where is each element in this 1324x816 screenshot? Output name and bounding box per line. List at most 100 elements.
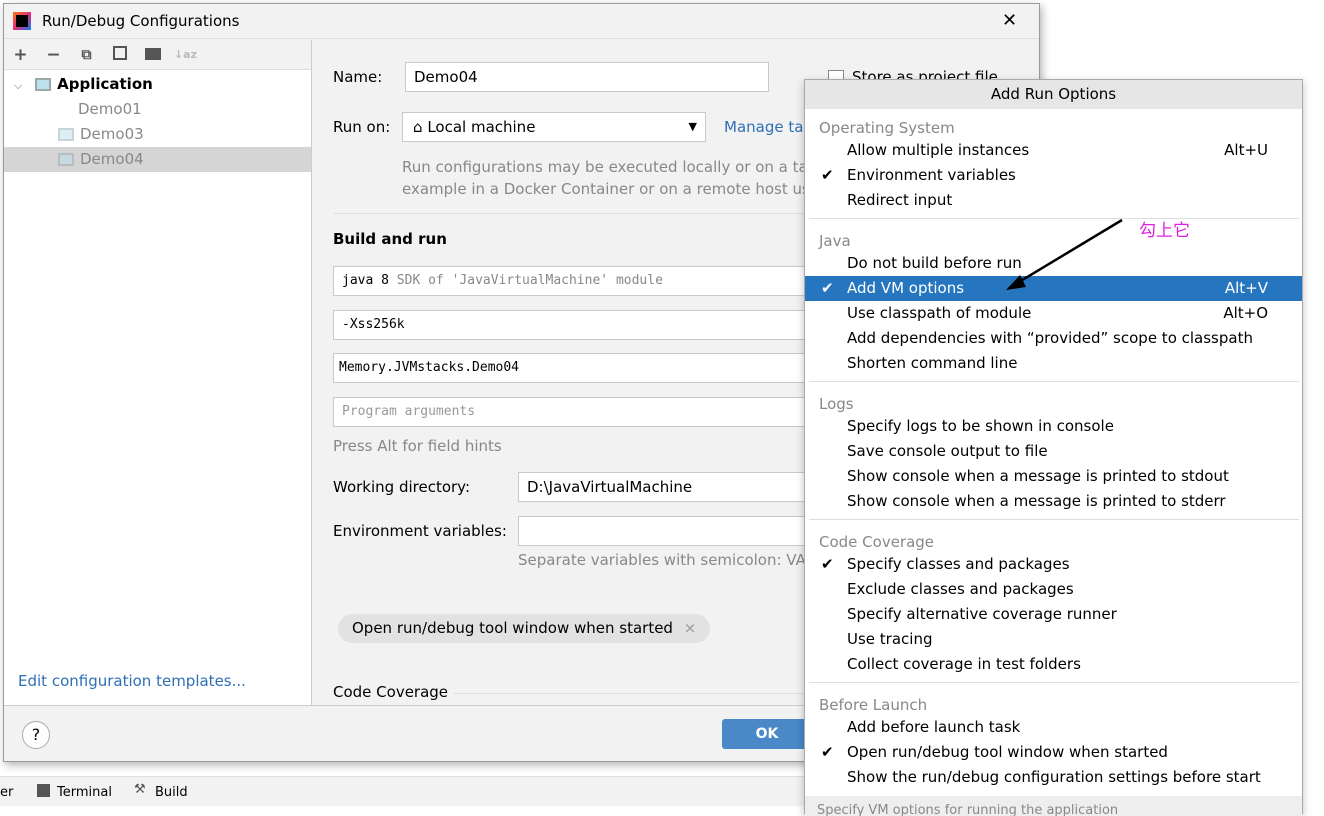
application-icon <box>58 153 74 166</box>
application-icon <box>58 128 74 141</box>
edit-templates-link[interactable]: Edit configuration templates... <box>18 672 246 690</box>
build-tab[interactable]: Build <box>155 785 188 800</box>
menu-item[interactable]: Allow multiple instances Alt+U <box>805 138 1302 163</box>
menu-item-label: Use classpath of module <box>847 304 1032 322</box>
run-on-value: Local machine <box>427 118 536 136</box>
close-button[interactable]: ✕ <box>1002 10 1017 31</box>
intellij-logo-icon <box>13 12 31 30</box>
menu-item[interactable]: Show the run/debug configuration setting… <box>805 765 1302 790</box>
terminal-tab[interactable]: Terminal <box>57 785 112 800</box>
sort-icon[interactable]: ↓az <box>169 48 202 61</box>
title-bar: Run/Debug Configurations ✕ <box>4 4 1039 39</box>
run-on-hint: Run configurations may be executed local… <box>402 158 869 176</box>
section-title: Before Launch <box>819 696 928 714</box>
menu-item-label: Save console output to file <box>847 442 1048 460</box>
chip-close-icon[interactable]: × <box>684 619 697 637</box>
menu-item-label: Show the run/debug configuration setting… <box>847 768 1261 786</box>
menu-item[interactable]: Specify alternative coverage runner <box>805 602 1302 627</box>
tree-item-selected[interactable]: Demo04 <box>4 147 311 172</box>
terminal-icon <box>37 784 50 797</box>
tree-toolbar: + − ⧉ ↓az <box>4 40 311 70</box>
help-button[interactable]: ? <box>22 721 50 749</box>
menu-item[interactable]: Show console when a message is printed t… <box>805 489 1302 514</box>
menu-item-label: Do not build before run <box>847 254 1022 272</box>
shortcut: Alt+O <box>1223 304 1268 322</box>
menu-item[interactable]: Redirect input <box>805 188 1302 213</box>
menu-item[interactable]: Shorten command line <box>805 351 1302 376</box>
menu-item-label: Add VM options <box>847 279 965 297</box>
jre-hint: SDK of 'JavaVirtualMachine' module <box>396 273 663 288</box>
save-icon[interactable] <box>103 45 136 65</box>
name-input[interactable]: Demo04 <box>405 62 769 92</box>
chevron-down-icon: ⌵ <box>14 79 23 92</box>
checkmark-icon: ✔ <box>821 555 834 573</box>
menu-item[interactable]: ✔ Specify classes and packages <box>805 552 1302 577</box>
build-run-heading: Build and run <box>333 230 447 248</box>
tree-group-application[interactable]: ⌵ Application <box>4 72 311 97</box>
tool-tab-partial[interactable]: er <box>0 785 13 800</box>
code-coverage-heading: Code Coverage <box>333 683 449 701</box>
checkmark-icon: ✔ <box>821 279 834 297</box>
menu-item[interactable]: Exclude classes and packages <box>805 577 1302 602</box>
menu-item-label: Specify alternative coverage runner <box>847 605 1117 623</box>
popup-title: Add Run Options <box>805 80 1302 109</box>
popup-footer-hint: Specify VM options for running the appli… <box>805 796 1302 816</box>
menu-item[interactable]: Use classpath of module Alt+O <box>805 301 1302 326</box>
section-separator <box>809 381 1299 382</box>
shortcut: Alt+V <box>1224 279 1268 297</box>
menu-item-label: Specify classes and packages <box>847 555 1070 573</box>
menu-item-label: Add before launch task <box>847 718 1021 736</box>
menu-item-label: Show console when a message is printed t… <box>847 467 1229 485</box>
run-on-select[interactable]: ⌂ Local machine ▼ <box>402 112 706 142</box>
env-label: Environment variables: <box>333 522 507 540</box>
home-icon: ⌂ <box>413 118 423 136</box>
menu-item[interactable]: Save console output to file <box>805 439 1302 464</box>
copy-icon[interactable]: ⧉ <box>70 47 103 63</box>
menu-item-label: Open run/debug tool window when started <box>847 743 1168 761</box>
menu-item-label: Exclude classes and packages <box>847 580 1074 598</box>
bottom-tool-bar: er Terminal ⚒ Build <box>0 776 804 806</box>
menu-item-label: Redirect input <box>847 191 953 209</box>
new-folder-icon[interactable] <box>136 45 169 65</box>
item-label: Demo01 <box>78 100 142 118</box>
menu-item[interactable]: Specify logs to be shown in console <box>805 414 1302 439</box>
menu-item[interactable]: Collect coverage in test folders <box>805 652 1302 677</box>
menu-item-label: Add dependencies with “provided” scope t… <box>847 329 1253 347</box>
annotation-label: 勾上它 <box>1139 221 1190 241</box>
item-label: Demo04 <box>80 150 144 168</box>
annotation-arrow <box>1006 218 1123 290</box>
menu-item-label: Show console when a message is printed t… <box>847 492 1226 510</box>
remove-icon[interactable]: − <box>37 45 70 65</box>
section-title: Operating System <box>819 119 955 137</box>
tree-item[interactable]: Demo01 <box>4 97 311 122</box>
menu-item[interactable]: Show console when a message is printed t… <box>805 464 1302 489</box>
run-on-hint: example in a Docker Container or on a re… <box>402 180 873 198</box>
add-run-options-popup: Add Run Options Operating System Allow mu… <box>804 79 1303 816</box>
config-tree-panel: + − ⧉ ↓az ⌵ Application Demo01 Demo03 De… <box>4 40 312 705</box>
run-on-label: Run on: <box>333 118 391 136</box>
section-title: Logs <box>819 395 854 413</box>
section-separator <box>809 682 1299 683</box>
menu-item[interactable]: Add dependencies with “provided” scope t… <box>805 326 1302 351</box>
menu-item[interactable]: Use tracing <box>805 627 1302 652</box>
menu-item-label: Specify logs to be shown in console <box>847 417 1114 435</box>
tree-item[interactable]: Demo03 <box>4 122 311 147</box>
section-title: Code Coverage <box>819 533 935 551</box>
workdir-label: Working directory: <box>333 478 471 496</box>
shortcut: Alt+U <box>1224 141 1268 159</box>
ok-button[interactable]: OK <box>722 719 812 749</box>
alt-hint: Press Alt for field hints <box>333 437 502 455</box>
option-chip[interactable]: Open run/debug tool window when started … <box>338 614 711 643</box>
section-title: Java <box>819 232 851 250</box>
group-label: Application <box>57 75 153 93</box>
menu-item[interactable]: ✔ Environment variables <box>805 163 1302 188</box>
menu-item-label: Allow multiple instances <box>847 141 1030 159</box>
menu-item[interactable]: Add before launch task <box>805 715 1302 740</box>
add-icon[interactable]: + <box>4 45 37 65</box>
menu-item-label: Use tracing <box>847 630 933 648</box>
menu-item-label: Shorten command line <box>847 354 1018 372</box>
chip-label: Open run/debug tool window when started <box>352 619 673 637</box>
checkmark-icon: ✔ <box>821 166 834 184</box>
menu-item-label: Environment variables <box>847 166 1016 184</box>
menu-item[interactable]: ✔ Open run/debug tool window when started <box>805 740 1302 765</box>
